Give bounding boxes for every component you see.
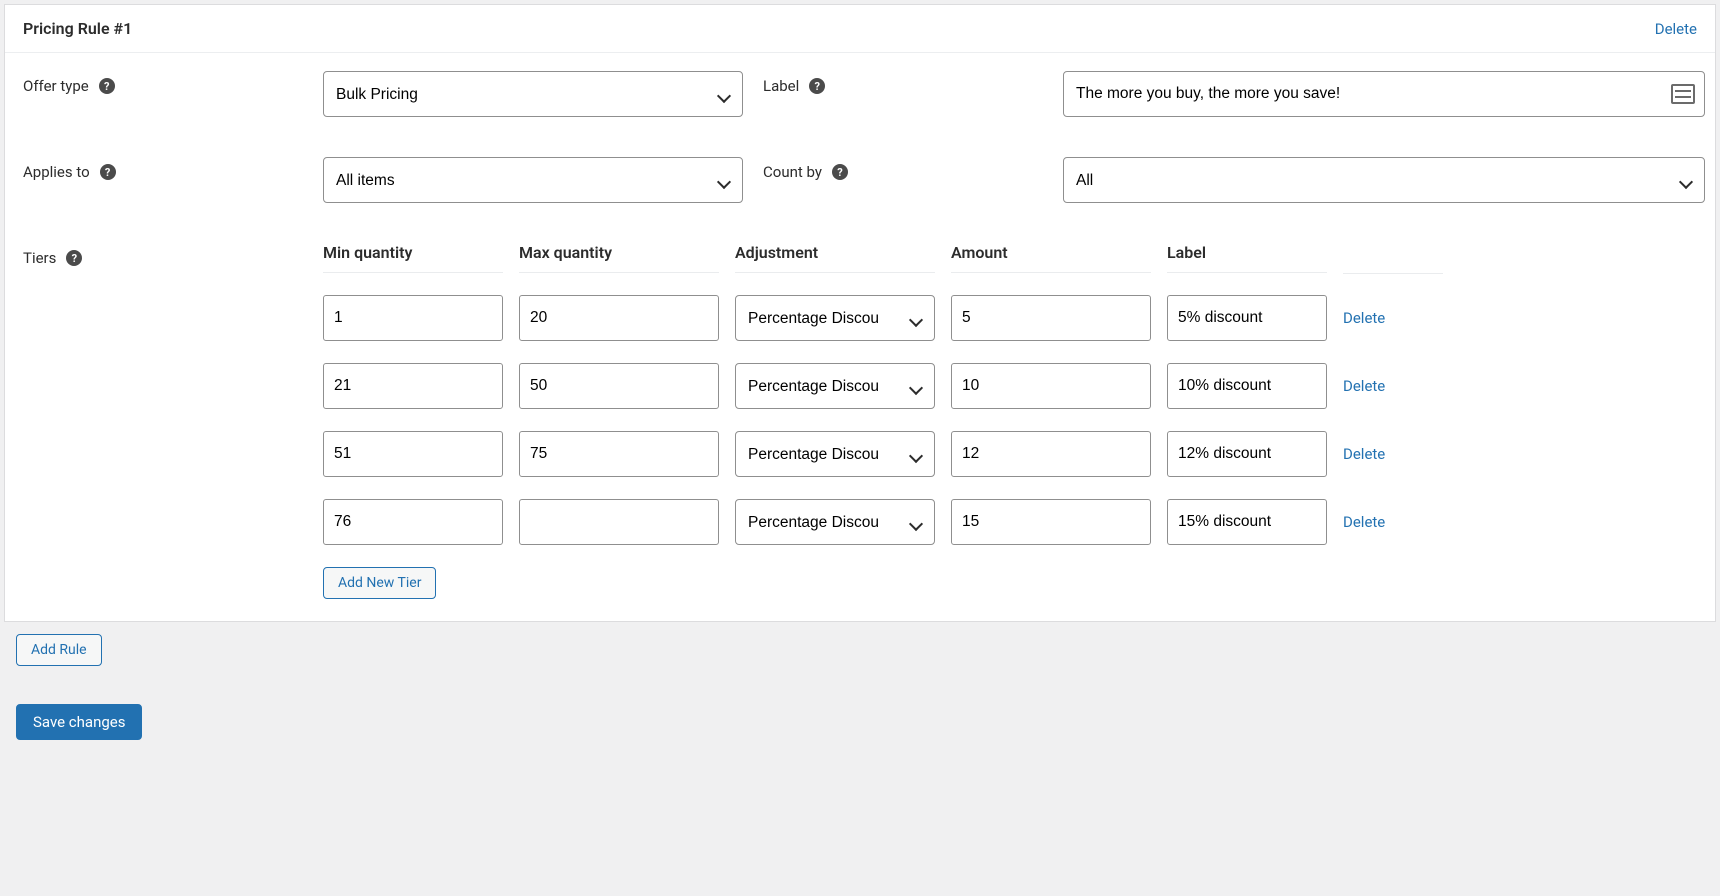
tiers-col-adjustment: Adjustment (735, 243, 935, 273)
help-icon[interactable]: ? (66, 250, 82, 266)
tier-min-input[interactable] (323, 363, 503, 409)
tier-amount-input[interactable] (951, 295, 1151, 341)
delete-tier-link[interactable]: Delete (1343, 445, 1443, 463)
add-rule-button[interactable]: Add Rule (16, 634, 102, 666)
tier-adjustment-select[interactable]: Percentage Discou (735, 363, 935, 409)
offer-type-select-wrap: Bulk Pricing (323, 71, 743, 117)
applies-to-select-wrap: All items (323, 157, 743, 203)
tier-amount-input[interactable] (951, 499, 1151, 545)
tiers-label: Tiers ? (23, 243, 303, 267)
tier-min-input[interactable] (323, 431, 503, 477)
delete-tier-link[interactable]: Delete (1343, 377, 1443, 395)
panel-body: Offer type ? Bulk Pricing Label ? (5, 53, 1715, 621)
tier-adjustment-wrap: Percentage Discou (735, 363, 935, 409)
offer-type-label-text: Offer type (23, 77, 89, 95)
pricing-rule-panel: Pricing Rule #1 Delete Offer type ? Bulk… (4, 4, 1716, 622)
tier-adjustment-wrap: Percentage Discou (735, 295, 935, 341)
tier-adjustment-select[interactable]: Percentage Discou (735, 431, 935, 477)
delete-tier-link[interactable]: Delete (1343, 309, 1443, 327)
tiers-col-amount: Amount (951, 243, 1151, 273)
tiers-col-max: Max quantity (519, 243, 719, 273)
tier-adjustment-wrap: Percentage Discou (735, 499, 935, 545)
tier-label-input[interactable] (1167, 295, 1327, 341)
tier-max-input[interactable] (519, 499, 719, 545)
help-icon[interactable]: ? (832, 164, 848, 180)
save-changes-button[interactable]: Save changes (16, 704, 142, 740)
offer-type-label: Offer type ? (23, 71, 303, 95)
tiers-col-label: Label (1167, 243, 1327, 273)
count-by-select-wrap: All (1063, 157, 1705, 203)
panel-title: Pricing Rule #1 (23, 19, 132, 38)
tiers-label-text: Tiers (23, 249, 56, 267)
add-new-tier-button[interactable]: Add New Tier (323, 567, 436, 599)
tier-adjustment-select[interactable]: Percentage Discou (735, 499, 935, 545)
tier-amount-input[interactable] (951, 431, 1151, 477)
tiers-table: Min quantity Max quantity Adjustment Amo… (323, 243, 1705, 545)
label-input-wrap (1063, 71, 1705, 117)
tier-label-input[interactable] (1167, 431, 1327, 477)
tier-max-input[interactable] (519, 295, 719, 341)
tiers-col-actions (1343, 243, 1443, 274)
label-input[interactable] (1063, 71, 1705, 117)
label-field-label: Label ? (763, 71, 1043, 95)
tier-max-input[interactable] (519, 363, 719, 409)
tier-label-input[interactable] (1167, 499, 1327, 545)
applies-to-label: Applies to ? (23, 157, 303, 181)
tier-max-input[interactable] (519, 431, 719, 477)
applies-to-label-text: Applies to (23, 163, 90, 181)
count-by-label: Count by ? (763, 157, 1043, 181)
tier-label-input[interactable] (1167, 363, 1327, 409)
count-by-label-text: Count by (763, 163, 822, 181)
tier-min-input[interactable] (323, 295, 503, 341)
help-icon[interactable]: ? (100, 164, 116, 180)
tier-amount-input[interactable] (951, 363, 1151, 409)
tier-adjustment-select[interactable]: Percentage Discou (735, 295, 935, 341)
help-icon[interactable]: ? (809, 78, 825, 94)
tier-min-input[interactable] (323, 499, 503, 545)
delete-tier-link[interactable]: Delete (1343, 513, 1443, 531)
count-by-select[interactable]: All (1063, 157, 1705, 203)
label-field-label-text: Label (763, 77, 799, 95)
offer-type-select[interactable]: Bulk Pricing (323, 71, 743, 117)
delete-rule-link[interactable]: Delete (1655, 20, 1705, 38)
panel-header: Pricing Rule #1 Delete (5, 5, 1715, 53)
form-icon[interactable] (1671, 84, 1695, 104)
tiers-col-min: Min quantity (323, 243, 503, 273)
help-icon[interactable]: ? (99, 78, 115, 94)
tier-adjustment-wrap: Percentage Discou (735, 431, 935, 477)
applies-to-select[interactable]: All items (323, 157, 743, 203)
